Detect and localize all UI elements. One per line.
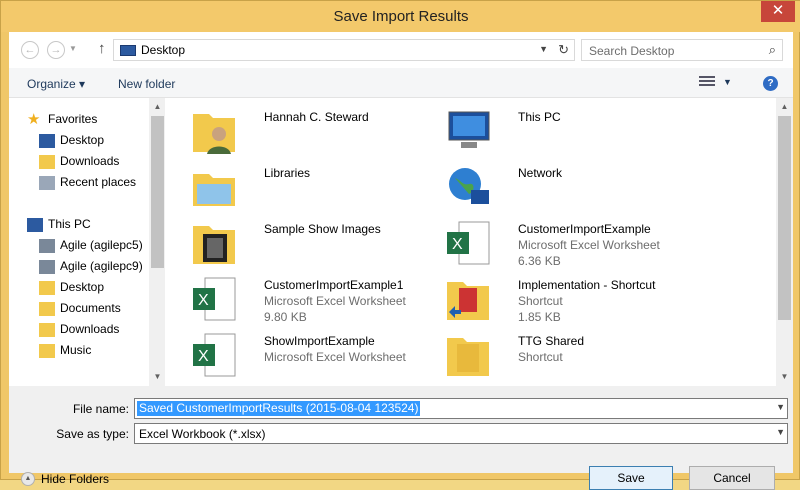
nav-downloads-pc[interactable]: Downloads bbox=[39, 319, 119, 339]
svg-text:X: X bbox=[452, 236, 463, 253]
network-icon bbox=[449, 168, 489, 204]
view-options-icon[interactable] bbox=[699, 76, 715, 90]
file-item[interactable]: X ShowImportExample Microsoft Excel Work… bbox=[189, 330, 449, 382]
dialog-title: Save Import Results bbox=[333, 8, 469, 25]
new-folder-button[interactable]: New folder bbox=[118, 77, 175, 91]
file-item[interactable]: Implementation - Shortcut Shortcut 1.85 … bbox=[443, 274, 703, 326]
network-drive-icon bbox=[39, 238, 55, 253]
file-item[interactable]: Hannah C. Steward bbox=[189, 106, 449, 158]
up-button[interactable]: ↑ bbox=[98, 40, 106, 57]
address-bar[interactable]: Desktop ▼ ↻ bbox=[113, 39, 575, 61]
svg-text:X: X bbox=[198, 348, 209, 365]
save-button[interactable]: Save bbox=[589, 466, 673, 490]
nav-recent-places[interactable]: Recent places bbox=[39, 172, 136, 192]
image-folder-icon bbox=[193, 226, 235, 264]
nav-favorites[interactable]: ★ Favorites bbox=[27, 109, 97, 129]
file-item[interactable]: Libraries bbox=[189, 162, 449, 214]
svg-text:X: X bbox=[198, 292, 209, 309]
file-item[interactable]: This PC bbox=[443, 106, 703, 158]
excel-icon: X bbox=[193, 277, 236, 321]
downloads-folder-icon bbox=[39, 322, 55, 337]
computer-icon bbox=[448, 111, 490, 148]
nav-documents[interactable]: Documents bbox=[39, 298, 121, 318]
collapse-icon: ▲ bbox=[21, 472, 35, 486]
desktop-icon bbox=[120, 45, 136, 56]
save-type-label: Save as type: bbox=[56, 427, 129, 441]
close-button[interactable]: ✕ bbox=[761, 1, 795, 22]
address-text: Desktop bbox=[141, 43, 186, 57]
folder-icon bbox=[39, 280, 55, 295]
command-bar: Organize ▾ New folder ▼ ? bbox=[9, 68, 793, 98]
scroll-thumb[interactable] bbox=[778, 116, 791, 320]
nav-music[interactable]: Music bbox=[39, 340, 91, 360]
address-dropdown-icon[interactable]: ▼ bbox=[539, 44, 548, 54]
user-folder-icon bbox=[193, 114, 235, 154]
forward-button[interactable]: → bbox=[47, 41, 65, 59]
refresh-icon[interactable]: ↻ bbox=[558, 42, 569, 58]
view-dropdown-icon[interactable]: ▼ bbox=[723, 77, 732, 87]
search-box[interactable]: Search Desktop ⌕ bbox=[581, 39, 783, 61]
scroll-up-icon[interactable]: ▲ bbox=[776, 102, 793, 111]
scroll-thumb[interactable] bbox=[151, 116, 164, 268]
title-bar[interactable]: Save Import Results ✕ bbox=[1, 1, 800, 32]
scroll-up-icon[interactable]: ▲ bbox=[149, 102, 166, 111]
file-item[interactable]: Sample Show Images bbox=[189, 218, 449, 270]
nav-this-pc[interactable]: This PC bbox=[27, 214, 91, 234]
save-dialog: Save Import Results ✕ ← → ▼ ↑ Desktop ▼ … bbox=[0, 0, 800, 490]
nav-agile-pc5[interactable]: Agile (agilepc5) bbox=[39, 235, 143, 255]
shortcut-folder-icon bbox=[447, 338, 489, 376]
browser-pane: ★ Favorites Desktop Downloads Recent plac… bbox=[9, 98, 793, 386]
dialog-client: ← → ▼ ↑ Desktop ▼ ↻ Search Desktop ⌕ Org… bbox=[9, 32, 793, 490]
save-type-value: Excel Workbook (*.xlsx) bbox=[139, 427, 266, 441]
back-button[interactable]: ← bbox=[21, 41, 39, 59]
recent-locations-icon[interactable]: ▼ bbox=[69, 44, 77, 53]
recent-places-icon bbox=[39, 175, 55, 190]
nav-desktop[interactable]: Desktop bbox=[39, 130, 104, 150]
chevron-down-icon[interactable]: ▼ bbox=[776, 402, 785, 412]
navigation-pane: ★ Favorites Desktop Downloads Recent plac… bbox=[9, 98, 165, 386]
help-icon[interactable]: ? bbox=[763, 76, 778, 91]
chevron-down-icon[interactable]: ▼ bbox=[776, 427, 785, 437]
save-type-select[interactable]: Excel Workbook (*.xlsx) ▼ bbox=[134, 423, 788, 444]
nav-downloads[interactable]: Downloads bbox=[39, 151, 119, 171]
file-item[interactable]: Network bbox=[443, 162, 703, 214]
shortcut-folder-icon bbox=[447, 282, 489, 320]
file-name-label: File name: bbox=[72, 402, 129, 416]
file-item[interactable]: X CustomerImportExample1 Microsoft Excel… bbox=[189, 274, 449, 326]
desktop-icon bbox=[39, 133, 55, 148]
computer-icon bbox=[27, 217, 43, 232]
organize-button[interactable]: Organize ▾ bbox=[27, 77, 85, 91]
scroll-down-icon[interactable]: ▼ bbox=[776, 372, 793, 381]
file-name-field[interactable]: Saved CustomerImportResults (2015-08-04 … bbox=[134, 398, 788, 419]
scroll-down-icon[interactable]: ▼ bbox=[149, 372, 166, 381]
file-item[interactable]: TTG Shared Shortcut bbox=[443, 330, 703, 382]
search-icon: ⌕ bbox=[768, 42, 776, 57]
music-folder-icon bbox=[39, 343, 55, 358]
libraries-icon bbox=[193, 174, 235, 206]
network-drive-icon bbox=[39, 259, 55, 274]
navigation-scrollbar[interactable]: ▲ ▼ bbox=[149, 98, 166, 386]
file-list: Hannah C. Steward This PC Libraries Netw… bbox=[165, 98, 775, 386]
nav-agile-pc9[interactable]: Agile (agilepc9) bbox=[39, 256, 143, 276]
file-name-input[interactable]: Saved CustomerImportResults (2015-08-04 … bbox=[137, 401, 421, 416]
search-input[interactable]: Search Desktop bbox=[589, 44, 674, 58]
file-item[interactable]: X CustomerImportExample Microsoft Excel … bbox=[443, 218, 703, 270]
star-icon: ★ bbox=[27, 110, 41, 128]
cancel-button[interactable]: Cancel bbox=[689, 466, 775, 490]
documents-folder-icon bbox=[39, 301, 55, 316]
downloads-folder-icon bbox=[39, 154, 55, 169]
excel-icon: X bbox=[447, 221, 490, 265]
excel-icon: X bbox=[193, 333, 236, 377]
address-row: ← → ▼ ↑ Desktop ▼ ↻ Search Desktop ⌕ bbox=[9, 32, 793, 68]
file-list-scrollbar[interactable]: ▲ ▼ bbox=[776, 98, 793, 386]
save-form: File name: Saved CustomerImportResults (… bbox=[9, 386, 793, 490]
nav-desktop-pc[interactable]: Desktop bbox=[39, 277, 104, 297]
